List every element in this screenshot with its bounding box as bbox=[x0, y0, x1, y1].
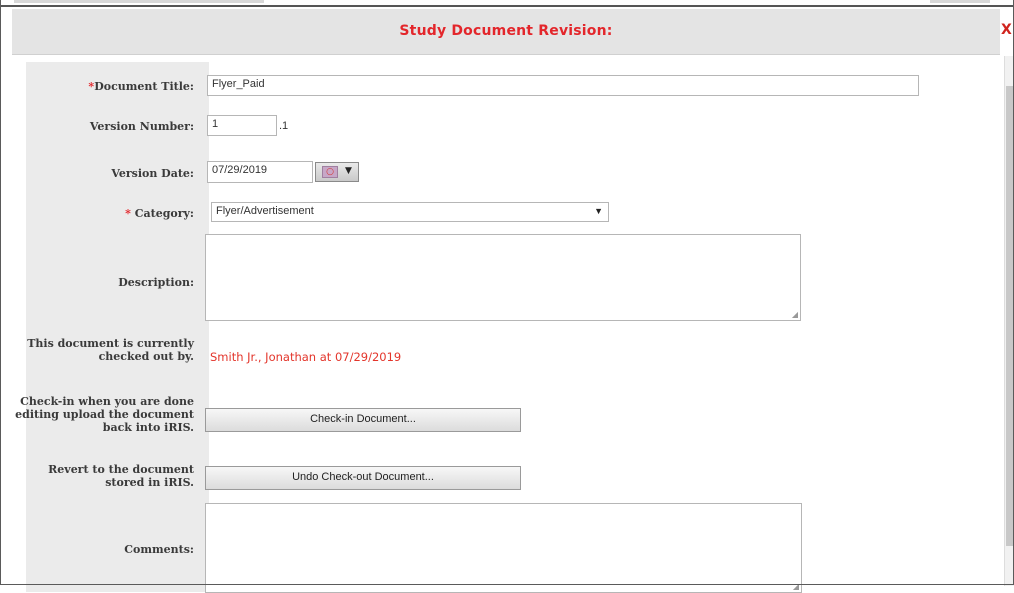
dialog-title-bar: Study Document Revision: bbox=[12, 9, 1000, 55]
faded-header-text bbox=[14, 0, 264, 3]
category-label: * Category: bbox=[125, 207, 194, 220]
calendar-icon: ○ bbox=[322, 166, 338, 178]
comments-label: Comments: bbox=[124, 543, 194, 556]
checkin-label: Check-in when you are done editing uploa… bbox=[15, 395, 194, 434]
category-label-text: Category: bbox=[134, 207, 194, 220]
checked-out-value: Smith Jr., Jonathan at 07/29/2019 bbox=[210, 350, 402, 364]
document-title-label-text: Document Title: bbox=[94, 80, 194, 93]
version-number-input[interactable]: 1 bbox=[207, 115, 277, 136]
chevron-down-icon: ▼ bbox=[345, 166, 352, 176]
revert-label: Revert to the document stored in iRIS. bbox=[48, 463, 194, 489]
label-column bbox=[26, 62, 209, 592]
category-selected-value: Flyer/Advertisement bbox=[216, 205, 314, 217]
undo-checkout-button[interactable]: Undo Check-out Document... bbox=[205, 466, 521, 490]
description-label: Description: bbox=[118, 276, 194, 289]
scrollbar-thumb[interactable] bbox=[1006, 86, 1013, 546]
version-date-input[interactable]: 07/29/2019 bbox=[207, 161, 313, 183]
category-select[interactable]: Flyer/Advertisement ▼ bbox=[211, 202, 609, 222]
document-title-label: *Document Title: bbox=[88, 80, 194, 93]
required-mark: * bbox=[125, 207, 135, 220]
resize-grip-icon: ◢ bbox=[792, 582, 799, 591]
version-number-label: Version Number: bbox=[89, 120, 194, 133]
top-border bbox=[0, 5, 1014, 7]
vertical-scrollbar[interactable] bbox=[1004, 56, 1014, 586]
resize-grip-icon: ◢ bbox=[791, 310, 798, 319]
date-picker-button[interactable]: ○ ▼ bbox=[315, 162, 359, 182]
description-textarea[interactable]: ◢ bbox=[205, 234, 801, 321]
chevron-down-icon: ▼ bbox=[594, 206, 603, 216]
version-number-suffix: .1 bbox=[279, 120, 289, 132]
version-date-label: Version Date: bbox=[111, 167, 194, 180]
dialog-content: *Document Title: Flyer_Paid Version Numb… bbox=[12, 56, 1004, 593]
document-title-input[interactable]: Flyer_Paid bbox=[207, 75, 919, 96]
faded-header-text-right bbox=[930, 0, 990, 3]
close-button[interactable]: X bbox=[1001, 22, 1012, 38]
checkin-document-button[interactable]: Check-in Document... bbox=[205, 408, 521, 432]
checked-out-label: This document is currently checked out b… bbox=[27, 337, 194, 363]
comments-textarea[interactable]: ◢ bbox=[205, 503, 802, 593]
dialog-title: Study Document Revision: bbox=[399, 23, 613, 39]
